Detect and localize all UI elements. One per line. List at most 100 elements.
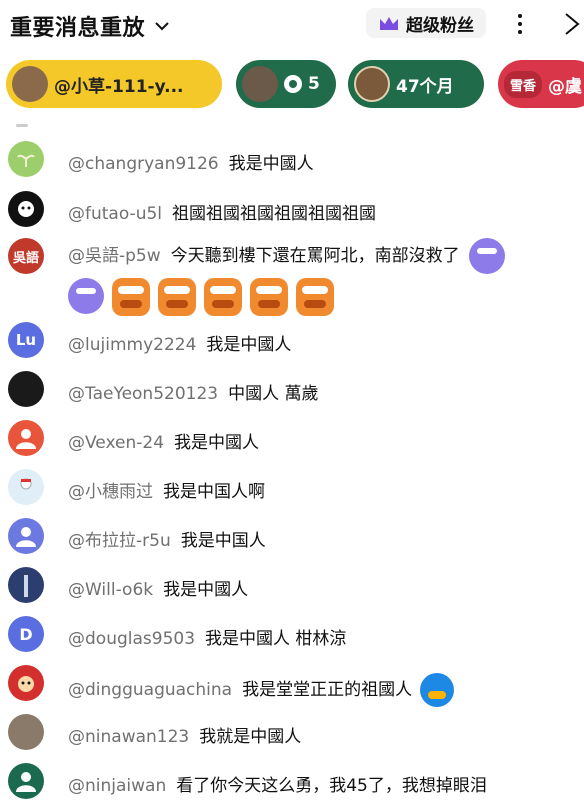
avatar: Lu [8, 322, 44, 358]
username[interactable]: @lujimmy2224 [68, 335, 196, 355]
username[interactable]: @dingguaguachina [68, 680, 232, 700]
super-fan-label: 超级粉丝 [406, 15, 474, 36]
comment-text: 我是中国人 [180, 531, 266, 551]
chip-badge: 雪香 [504, 70, 543, 98]
avatar [8, 567, 44, 603]
avatar-text: 吳語 [12, 250, 39, 266]
comment-text: 我是中國人 [206, 335, 292, 355]
sticker-icon [296, 278, 334, 316]
sticker-icon [250, 278, 288, 316]
avatar-text: Lu [15, 331, 37, 349]
username[interactable]: @吳語-p5w [68, 246, 161, 266]
page-title: 重要消息重放 [10, 16, 146, 41]
username[interactable]: @futao-u5l [68, 204, 162, 224]
sticker-icon [158, 278, 196, 316]
avatar: 吳語 [8, 238, 44, 274]
list-item[interactable]: @ninjaiwan 看了你今天这么勇，我45了，我想掉眼泪 [0, 757, 584, 805]
avatar [8, 371, 44, 407]
sticker-row [68, 278, 334, 316]
username[interactable]: @TaeYeon520123 [68, 384, 218, 404]
username[interactable]: @布拉拉-r5u [68, 531, 171, 551]
avatar [242, 66, 278, 102]
username[interactable]: @Will-o6k [68, 580, 153, 600]
username[interactable]: @小穗雨过 [68, 482, 153, 502]
avatar [12, 66, 48, 102]
avatar [8, 714, 44, 750]
person-icon [16, 772, 36, 792]
username[interactable]: @douglas9503 [68, 629, 195, 649]
sticker-icon [469, 238, 506, 274]
list-item[interactable]: @futao-u5l 祖國祖國祖國祖國祖國祖國 [0, 185, 584, 233]
chip-medal[interactable]: 5 [236, 60, 336, 108]
sticker-icon [204, 278, 242, 316]
comment: @布拉拉-r5u 我是中国人 [68, 526, 266, 551]
comment-text: 今天聽到樓下還在罵阿北，南部沒救了 [170, 246, 460, 266]
comment: @Vexen-24 我是中國人 [68, 428, 259, 453]
dog-icon [18, 201, 34, 217]
cartoon-icon [18, 676, 34, 692]
sticker-icon [68, 278, 104, 314]
list-item[interactable]: Lu @lujimmy2224 我是中國人 [0, 316, 584, 364]
sticker-icon [112, 278, 150, 316]
person-icon [16, 527, 36, 547]
comment: @吳語-p5w 今天聽到樓下還在罵阿北，南部沒救了 [68, 238, 506, 274]
comment: @ninjaiwan 看了你今天这么勇，我45了，我想掉眼泪 [68, 771, 487, 796]
filter-chips: @小草-111-y... 5 47个月 雪香 @虞 [0, 60, 584, 112]
list-item[interactable]: @changryan9126 我是中國人 [0, 135, 584, 183]
username[interactable]: @changryan9126 [68, 154, 219, 174]
comment: @futao-u5l 祖國祖國祖國祖國祖國祖國 [68, 199, 376, 224]
list-item[interactable]: @布拉拉-r5u 我是中国人 [0, 512, 584, 560]
comment: @Will-o6k 我是中國人 [68, 575, 248, 600]
chip-label: 47个月 [396, 76, 454, 97]
avatar [8, 141, 44, 177]
comment: @lujimmy2224 我是中國人 [68, 330, 291, 355]
username[interactable]: @ninjaiwan [68, 776, 166, 796]
header: 重要消息重放 超级粉丝 [0, 0, 584, 50]
list-item[interactable]: @小穗雨过 我是中国人啊 [0, 463, 584, 511]
comment-text: 我是中國人 [163, 580, 249, 600]
comment-text: 我是中國人 柑林涼 [205, 629, 347, 649]
username[interactable]: @Vexen-24 [68, 433, 164, 453]
medal-icon [284, 75, 302, 93]
comment: @changryan9126 我是中國人 [68, 149, 314, 174]
comment: @dingguaguachina 我是堂堂正正的祖國人 [68, 673, 454, 707]
avatar-text: D [19, 624, 33, 644]
chip-label: @小草-111-y... [54, 76, 184, 97]
chevron-right-icon[interactable] [562, 10, 584, 38]
chip-label: 5 [308, 74, 320, 94]
sprout-icon [17, 154, 35, 167]
list-item[interactable]: 吳語 @吳語-p5w 今天聽到樓下還在罵阿北，南部沒救了 [0, 232, 584, 328]
comment-text: 中國人 萬歲 [228, 384, 319, 404]
chevron-down-icon [155, 22, 169, 31]
comment-text: 祖國祖國祖國祖國祖國祖國 [172, 204, 377, 224]
comment: @douglas9503 我是中國人 柑林涼 [68, 624, 346, 649]
chip-months[interactable]: 47个月 [348, 60, 484, 108]
comment-text: 我是堂堂正正的祖國人 [242, 680, 413, 700]
comment: @小穗雨过 我是中国人啊 [68, 477, 265, 502]
sticker-icon [419, 673, 454, 707]
list-item[interactable]: @TaeYeon520123 中國人 萬歲 [0, 365, 584, 413]
list-item[interactable]: @Will-o6k 我是中國人 [0, 561, 584, 609]
avatar [8, 763, 44, 799]
title-dropdown[interactable]: 重要消息重放 [10, 10, 171, 42]
list-item[interactable]: @ninawan123 我就是中國人 [0, 708, 584, 756]
list-item[interactable]: @Vexen-24 我是中國人 [0, 414, 584, 462]
list-item[interactable]: @dingguaguachina 我是堂堂正正的祖國人 [0, 659, 584, 707]
chip-user-2[interactable]: 雪香 @虞 [498, 60, 584, 108]
avatar [8, 420, 44, 456]
comment-text: 我是中国人啊 [163, 482, 265, 502]
comment-text: 我就是中國人 [199, 727, 302, 747]
super-fan-button[interactable]: 超级粉丝 [366, 8, 486, 38]
divider [16, 124, 28, 127]
snowman-icon [20, 478, 32, 490]
chip-user[interactable]: @小草-111-y... [6, 60, 222, 108]
tower-icon [24, 575, 28, 597]
more-icon[interactable] [512, 10, 528, 38]
list-item[interactable]: D @douglas9503 我是中國人 柑林涼 [0, 610, 584, 658]
avatar [8, 469, 44, 505]
chip-label: @虞 [548, 76, 583, 97]
person-icon [16, 429, 36, 449]
avatar: D [8, 616, 44, 652]
avatar [354, 66, 390, 102]
username[interactable]: @ninawan123 [68, 727, 189, 747]
